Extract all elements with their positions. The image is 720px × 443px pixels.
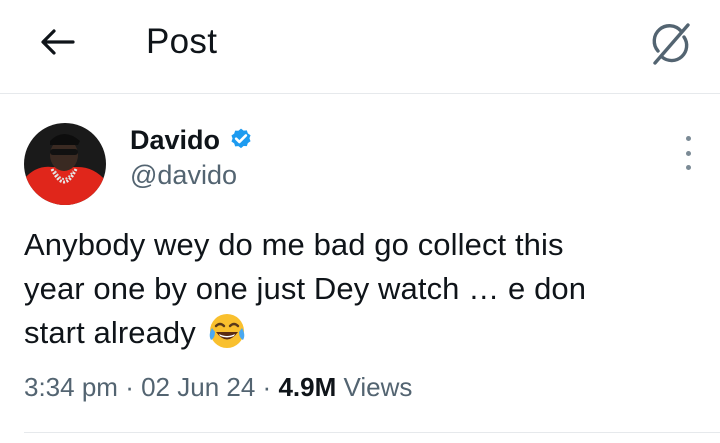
divider [24, 432, 720, 433]
post-date: 02 Jun 24 [141, 372, 256, 402]
avatar-image [24, 123, 106, 205]
views-link[interactable]: 4.9M Views [278, 372, 412, 402]
post-text-line: year one by one just Dey watch … e don [24, 271, 587, 306]
post-detail-page: Post Davido @davido Anybody wey do me ba… [0, 0, 720, 443]
avatar[interactable] [24, 123, 106, 205]
meta-separator: · [125, 372, 134, 402]
verified-badge-icon [231, 128, 251, 149]
laughing-emoji-icon [207, 311, 247, 363]
author-handle[interactable]: @davido [130, 160, 237, 191]
more-vertical-icon-dot [685, 150, 691, 156]
post-text-line: start already [24, 311, 704, 363]
post-text-line: Anybody wey do me bad go collect this [24, 227, 564, 262]
author-name-row[interactable]: Davido [130, 124, 254, 156]
top-bar: Post [0, 0, 720, 94]
grok-icon [652, 23, 690, 65]
more-vertical-icon-dot [685, 165, 691, 170]
more-vertical-icon-dot [685, 136, 691, 141]
arrow-left-icon [41, 29, 75, 55]
page-title: Post [146, 22, 218, 61]
meta-separator: · [262, 372, 272, 402]
grok-button[interactable] [646, 20, 696, 68]
views-count: 4.9M [278, 372, 337, 402]
post-text: Anybody wey do me bad go collect this ye… [24, 223, 704, 363]
more-options-button[interactable] [678, 136, 698, 170]
views-label: Views [343, 372, 413, 402]
post-time: 3:34 pm [24, 372, 118, 402]
back-button[interactable] [34, 22, 80, 62]
author-name[interactable]: Davido [130, 125, 220, 156]
post-meta: 3:34 pm · 02 Jun 24 · 4.9M Views [24, 372, 412, 403]
